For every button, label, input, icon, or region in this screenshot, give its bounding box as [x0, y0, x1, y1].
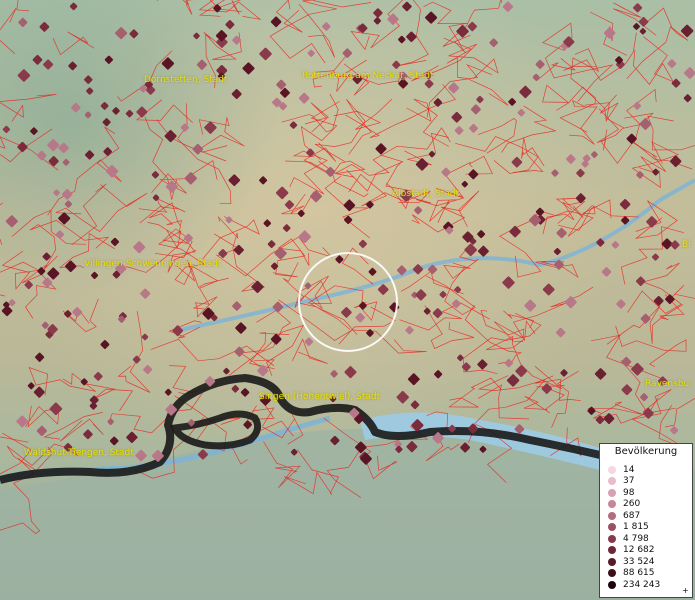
legend-plus: +	[682, 586, 689, 595]
legend-swatch	[608, 546, 616, 555]
legend-row: 12 682	[608, 545, 655, 557]
legend-label: 33 524	[623, 556, 655, 567]
legend-row: 234 243	[608, 579, 660, 591]
legend-label: 88 615	[623, 568, 655, 579]
legend-label: 14	[623, 464, 635, 475]
legend-label: 12 682	[623, 545, 655, 556]
legend-title: Bevölkerung	[614, 446, 678, 457]
legend-label: 37	[623, 476, 635, 487]
legend-row: 260	[608, 499, 640, 511]
legend-row: 88 615	[608, 568, 655, 580]
map-view[interactable]: Dornstetten, Stadt Rottenburg am Neckar,…	[0, 0, 695, 600]
legend-row: 1 815	[608, 522, 649, 534]
legend-swatch	[608, 580, 616, 589]
legend-swatch	[608, 465, 616, 474]
legend-row: 687	[608, 510, 640, 522]
population-legend: Bevölkerung 14 37 98 260 687 1 815 4 798 12 682…	[599, 443, 693, 598]
legend-swatch	[608, 488, 616, 497]
legend-swatch	[608, 523, 616, 532]
legend-label: 1 815	[623, 522, 649, 533]
legend-row: 37	[608, 476, 634, 488]
legend-row: 98	[608, 487, 634, 499]
legend-swatch	[608, 511, 616, 520]
legend-swatch	[608, 477, 616, 486]
map-canvas[interactable]	[0, 0, 695, 600]
legend-swatch	[608, 534, 616, 543]
legend-swatch	[608, 557, 616, 566]
legend-label: 4 798	[623, 533, 649, 544]
legend-label: 687	[623, 510, 641, 521]
legend-label: 234 243	[623, 579, 661, 590]
legend-row: 33 524	[608, 556, 655, 568]
legend-row: 14	[608, 464, 634, 476]
legend-label: 98	[623, 487, 635, 498]
legend-swatch	[608, 569, 616, 578]
legend-swatch	[608, 500, 616, 509]
legend-row: 4 798	[608, 533, 649, 545]
legend-label: 260	[623, 499, 641, 510]
